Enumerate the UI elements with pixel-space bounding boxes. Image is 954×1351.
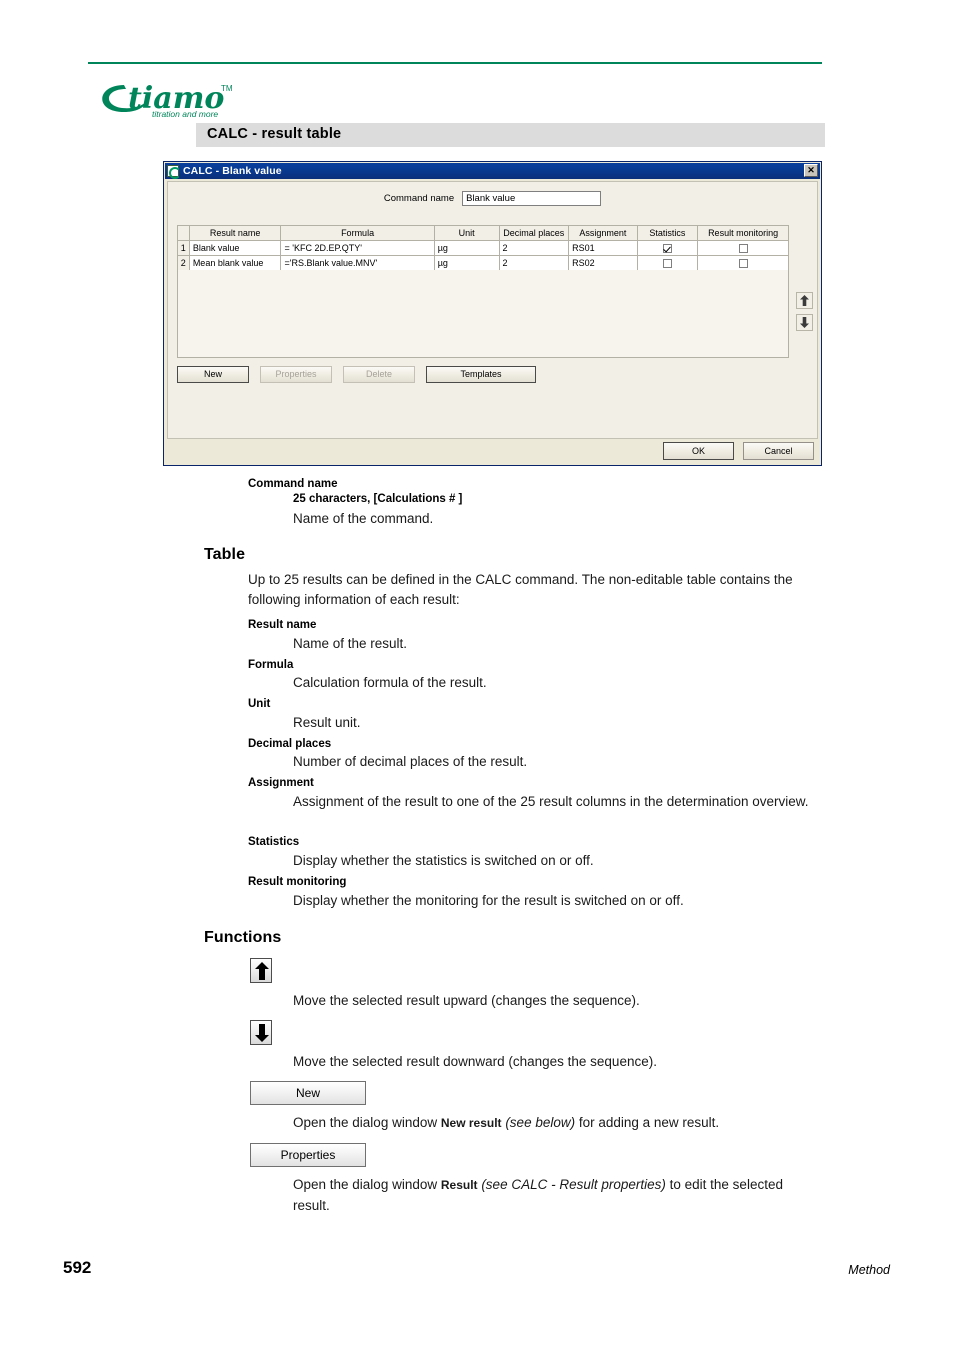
cell-assignment: RS01 bbox=[568, 240, 638, 256]
cell-unit: µg bbox=[433, 255, 500, 271]
header-rule bbox=[88, 62, 822, 64]
result-monitoring-checkbox[interactable] bbox=[738, 244, 748, 254]
table-header-row: Result name Formula Unit Decimal places … bbox=[177, 225, 789, 241]
arrow-down-icon[interactable] bbox=[250, 1020, 272, 1045]
def-props-before: Open the dialog window bbox=[293, 1177, 441, 1192]
cell-formula: = 'KFC 2D.EP.QTY' bbox=[280, 240, 435, 256]
cell-result-name: Blank value bbox=[188, 240, 282, 256]
result-table: Result name Formula Unit Decimal places … bbox=[177, 225, 789, 271]
table-row[interactable]: 2 Mean blank value ='RS.Blank value.MNV'… bbox=[177, 255, 789, 271]
move-down-button[interactable] bbox=[796, 314, 813, 331]
heading-functions: Functions bbox=[204, 929, 282, 946]
term-decimal-places: Decimal places bbox=[248, 738, 332, 750]
properties-button[interactable]: Properties bbox=[260, 366, 332, 383]
statistics-checkbox[interactable] bbox=[662, 244, 672, 254]
close-icon[interactable]: ✕ bbox=[804, 164, 818, 177]
chapter-name: Method bbox=[848, 1263, 890, 1277]
row-number-header bbox=[177, 225, 190, 241]
page-title: CALC - result table bbox=[207, 126, 342, 142]
section-title-bar: CALC - result table bbox=[193, 123, 825, 147]
result-list-empty-area[interactable] bbox=[177, 270, 789, 358]
column-header-result-name[interactable]: Result name bbox=[188, 225, 282, 241]
def-properties-button: Open the dialog window Result (see CALC … bbox=[293, 1175, 805, 1215]
column-header-assignment[interactable]: Assignment bbox=[568, 225, 638, 241]
cell-statistics bbox=[636, 255, 699, 271]
column-header-formula[interactable]: Formula bbox=[280, 225, 435, 241]
statistics-checkbox[interactable] bbox=[662, 259, 672, 269]
dialog-body: Command name Result name Formula Unit De… bbox=[167, 181, 818, 439]
ok-button[interactable]: OK bbox=[663, 442, 734, 460]
column-header-result-monitoring[interactable]: Result monitoring bbox=[697, 225, 789, 241]
cell-result-monitoring bbox=[697, 255, 789, 271]
def-move-down: Move the selected result downward (chang… bbox=[293, 1054, 657, 1069]
term-unit: Unit bbox=[248, 698, 271, 710]
column-header-statistics[interactable]: Statistics bbox=[636, 225, 699, 241]
tiamo-app-icon bbox=[167, 165, 181, 179]
doc-properties-button[interactable]: Properties bbox=[250, 1143, 366, 1167]
term-result-name: Result name bbox=[248, 619, 317, 631]
def-move-up: Move the selected result upward (changes… bbox=[293, 993, 640, 1008]
templates-button[interactable]: Templates bbox=[426, 366, 536, 383]
def-new-after: for adding a new result. bbox=[575, 1115, 720, 1130]
term-command-name: Command name bbox=[248, 478, 338, 490]
new-button[interactable]: New bbox=[177, 366, 249, 383]
command-name-input[interactable] bbox=[462, 191, 602, 206]
def-command-name: Name of the command. bbox=[293, 511, 434, 526]
command-name-row: Command name bbox=[168, 191, 817, 206]
def-props-italic: (see CALC - Result properties) bbox=[481, 1177, 666, 1192]
row-number: 1 bbox=[177, 240, 190, 256]
cell-formula: ='RS.Blank value.MNV' bbox=[280, 255, 435, 271]
tiamo-logo: tiamo TM titration and more bbox=[88, 72, 268, 120]
dialog-titlebar: CALC - Blank value ✕ bbox=[165, 163, 820, 179]
def-formula: Calculation formula of the result. bbox=[293, 675, 487, 690]
svg-text:titration and more: titration and more bbox=[152, 109, 218, 119]
document-page: tiamo TM titration and more CALC - resul… bbox=[0, 0, 954, 1351]
spec-command-name: 25 characters, [Calculations # ] bbox=[293, 493, 463, 505]
term-formula: Formula bbox=[248, 659, 294, 671]
dialog-title: CALC - Blank value bbox=[183, 165, 282, 177]
command-name-label: Command name bbox=[383, 193, 455, 204]
row-number: 2 bbox=[177, 255, 190, 271]
cell-result-monitoring bbox=[697, 240, 789, 256]
def-props-bold: Result bbox=[440, 1178, 478, 1192]
def-result-name: Name of the result. bbox=[293, 636, 408, 651]
term-assignment: Assignment bbox=[248, 777, 314, 789]
term-result-monitoring: Result monitoring bbox=[248, 876, 347, 888]
def-new-button: Open the dialog window New result (see b… bbox=[293, 1113, 813, 1134]
cell-result-name: Mean blank value bbox=[188, 255, 282, 271]
doc-new-button[interactable]: New bbox=[250, 1081, 366, 1105]
page-number: 592 bbox=[63, 1258, 92, 1277]
cell-assignment: RS02 bbox=[568, 255, 638, 271]
calc-result-table-dialog: CALC - Blank value ✕ Command name Result… bbox=[163, 161, 822, 466]
move-up-button[interactable] bbox=[796, 292, 813, 309]
cell-statistics bbox=[636, 240, 699, 256]
term-statistics: Statistics bbox=[248, 836, 300, 848]
def-unit: Result unit. bbox=[293, 715, 361, 730]
cancel-button[interactable]: Cancel bbox=[743, 442, 814, 460]
heading-table: Table bbox=[204, 546, 246, 563]
svg-text:TM: TM bbox=[221, 84, 233, 93]
cell-unit: µg bbox=[433, 240, 500, 256]
cell-decimals: 2 bbox=[498, 255, 570, 271]
def-decimal-places: Number of decimal places of the result. bbox=[293, 754, 528, 769]
def-new-bold: New result bbox=[440, 1116, 502, 1130]
def-statistics: Display whether the statistics is switch… bbox=[293, 853, 594, 868]
dialog-action-buttons: New Properties Delete Templates bbox=[177, 366, 536, 383]
arrow-up-icon[interactable] bbox=[250, 958, 272, 983]
def-assignment: Assignment of the result to one of the 2… bbox=[293, 794, 809, 809]
dialog-footer-buttons: OK Cancel bbox=[663, 442, 814, 460]
cell-decimals: 2 bbox=[498, 240, 570, 256]
def-result-monitoring: Display whether the monitoring for the r… bbox=[293, 893, 684, 908]
def-new-italic: (see below) bbox=[505, 1115, 576, 1130]
table-row[interactable]: 1 Blank value = 'KFC 2D.EP.QTY' µg 2 RS0… bbox=[177, 240, 789, 256]
column-header-unit[interactable]: Unit bbox=[433, 225, 500, 241]
dialog-footer: OK Cancel bbox=[167, 442, 818, 463]
delete-button[interactable]: Delete bbox=[343, 366, 415, 383]
def-new-before: Open the dialog window bbox=[293, 1115, 441, 1130]
move-buttons bbox=[796, 292, 814, 336]
result-monitoring-checkbox[interactable] bbox=[738, 259, 748, 269]
column-header-decimal-places[interactable]: Decimal places bbox=[498, 225, 570, 241]
text-table-intro: Up to 25 results can be defined in the C… bbox=[248, 572, 793, 607]
